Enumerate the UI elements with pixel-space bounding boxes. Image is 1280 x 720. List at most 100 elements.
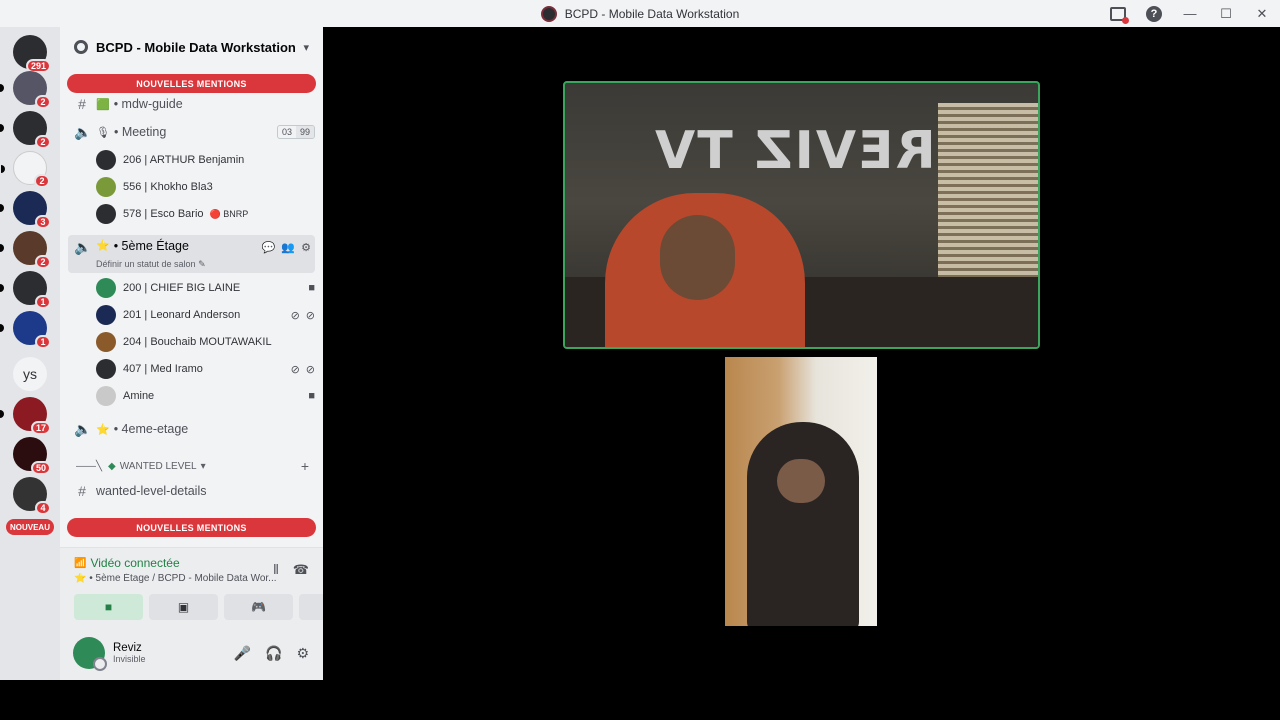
soundboard-button[interactable]: ✦ (299, 594, 323, 620)
noise-suppression-icon[interactable]: ⦀ (273, 562, 279, 578)
speaker-icon: 🔈 (74, 239, 92, 255)
mention-badge: 1 (35, 335, 51, 349)
channel-sidebar: BCPD - Mobile Data Workstation ▾ NOUVELL… (60, 27, 323, 680)
video-tile-secondary[interactable] (725, 357, 877, 626)
settings-gear-icon[interactable]: ⚙ (296, 645, 309, 662)
video-icon: ■ (308, 282, 315, 294)
chat-icon[interactable]: 💬 (262, 241, 276, 254)
guild-item[interactable]: ys (13, 357, 47, 391)
guild-item[interactable]: 4 (13, 477, 51, 515)
voice-user[interactable]: 204 | Bouchaib MOUTAWAKIL (96, 330, 315, 354)
channel-meeting[interactable]: 🔈 🎙 • Meeting 03 99 (68, 119, 315, 145)
disconnect-icon[interactable]: ☎ (293, 562, 309, 578)
channel-wanted-level-details[interactable]: # wanted-level-details (68, 478, 315, 504)
avatar (96, 204, 116, 224)
pencil-icon: ✎ (198, 259, 206, 269)
activity-button[interactable]: 🎮 (224, 594, 293, 620)
inbox-button[interactable] (1100, 0, 1136, 27)
star-icon: ⭐ (96, 240, 110, 252)
invite-icon[interactable]: 👥 (281, 241, 295, 254)
screen-share-button[interactable]: ▣ (149, 594, 218, 620)
camera-button[interactable]: ■ (74, 594, 143, 620)
user-name: Reviz (113, 642, 142, 654)
signal-icon: 📶 (74, 557, 87, 569)
mention-badge: 2 (34, 174, 50, 188)
muted-mic-icon: ⊘ (290, 363, 300, 376)
server-header[interactable]: BCPD - Mobile Data Workstation ▾ (60, 27, 323, 67)
voice-user[interactable]: 578 | Esco Bario 🔴 BNRP (96, 202, 315, 226)
minimize-button[interactable]: — (1172, 0, 1208, 27)
screen-share-icon: ▣ (177, 600, 190, 614)
guild-home[interactable]: 291 (13, 35, 51, 73)
guild-item[interactable]: 17 (0, 397, 51, 435)
mention-badge: 3 (35, 215, 51, 229)
window-title: BCPD - Mobile Data Workstation (564, 6, 740, 21)
channel-label: • 4eme-etage (113, 422, 189, 436)
mic-emoji-icon: 🎙 (96, 126, 110, 139)
voice-user[interactable]: 206 | ARTHUR Benjamin (96, 148, 315, 172)
role-tag: 🔴 BNRP (209, 208, 249, 219)
channel-mdw-guide[interactable]: # 🟩 • mdw-guide (68, 91, 315, 117)
help-icon: ? (1146, 5, 1162, 22)
inbox-icon (1110, 6, 1129, 24)
guild-item[interactable]: 3 (0, 191, 51, 229)
help-button[interactable]: ? (1136, 0, 1172, 27)
guild-item[interactable]: 2 (0, 71, 51, 109)
video-head (660, 215, 735, 300)
maximize-button[interactable]: ☐ (1208, 0, 1244, 27)
server-gear-icon (74, 40, 88, 54)
avatar (96, 150, 116, 170)
video-head (777, 459, 825, 503)
gamepad-icon: 🎮 (251, 600, 266, 614)
wall-sign: REVIZ TV (653, 121, 936, 181)
channel-status[interactable]: Définir un statut de salon ✎ (96, 259, 206, 270)
category-wanted-level[interactable]: ——╲ ◆ WANTED LEVEL ▾ + (76, 457, 309, 475)
microphone-icon[interactable]: 🎤 (234, 645, 251, 662)
guild-item[interactable]: 2 (0, 231, 51, 269)
voice-location[interactable]: ⭐ • 5ème Étage / BCPD - Mobile Data Wor.… (74, 573, 304, 584)
new-servers-badge[interactable]: NOUVEAU (6, 519, 54, 535)
voice-user[interactable]: 200 | CHIEF BIG LAINE ■ (96, 276, 315, 300)
chevron-down-icon: ▾ (200, 460, 206, 472)
avatar (96, 305, 116, 325)
voice-user[interactable]: 556 | Khokho Bla3 (96, 175, 315, 199)
guild-item[interactable]: 1 (0, 271, 51, 309)
guild-item[interactable]: 2 (1, 151, 50, 188)
star-icon: ⭐ (74, 573, 87, 584)
diamond-icon: ◆ (108, 460, 116, 472)
channel-4eme-etage[interactable]: 🔈 ⭐ • 4eme-etage (68, 416, 315, 442)
headphones-icon[interactable]: 🎧 (265, 645, 282, 662)
new-mentions-banner-bottom[interactable]: NOUVELLES MENTIONS (67, 518, 316, 537)
voice-user[interactable]: 201 | Leonard Anderson ⊘ ⊘ (96, 303, 315, 327)
avatar (96, 386, 116, 406)
avatar[interactable] (73, 637, 107, 671)
guild-item[interactable]: 1 (0, 311, 51, 349)
avatar (96, 278, 116, 298)
titlebar-controls: ? — ☐ ✕ (1100, 0, 1280, 27)
muted-mic-icon: ⊘ (290, 309, 300, 322)
video-icon: ■ (308, 390, 315, 402)
server-list: 291 2 2 2 3 2 1 1 ys 17 50 4 NOUVEAU (0, 27, 60, 680)
user-status: Invisible (113, 654, 146, 664)
video-backdrop (938, 103, 1038, 303)
mention-badge: 2 (35, 95, 51, 109)
avatar (96, 332, 116, 352)
divider-icon: ——╲ (76, 460, 103, 472)
channel-label: • Meeting (113, 125, 167, 139)
guild-item[interactable]: 2 (0, 111, 51, 149)
mention-badge: 2 (35, 135, 51, 149)
mention-badge: 17 (30, 421, 51, 435)
hash-icon: # (78, 483, 86, 499)
voice-user[interactable]: 407 | Med Iramo ⊘ ⊘ (96, 357, 315, 381)
channel-label: • 5ème Étage (113, 239, 189, 253)
video-person (747, 422, 859, 626)
voice-user[interactable]: Amine ■ (96, 384, 315, 408)
video-tile-speaking[interactable]: REVIZ TV (563, 81, 1040, 349)
guild-item[interactable]: 50 (13, 437, 51, 475)
close-window-button[interactable]: ✕ (1244, 0, 1280, 27)
user-info[interactable]: Reviz Invisible (113, 642, 146, 664)
gear-icon[interactable]: ⚙ (301, 241, 311, 254)
folder-icon: 🟩 (96, 98, 110, 111)
mention-badge: 2 (35, 255, 51, 269)
add-channel-button[interactable]: + (301, 458, 309, 474)
